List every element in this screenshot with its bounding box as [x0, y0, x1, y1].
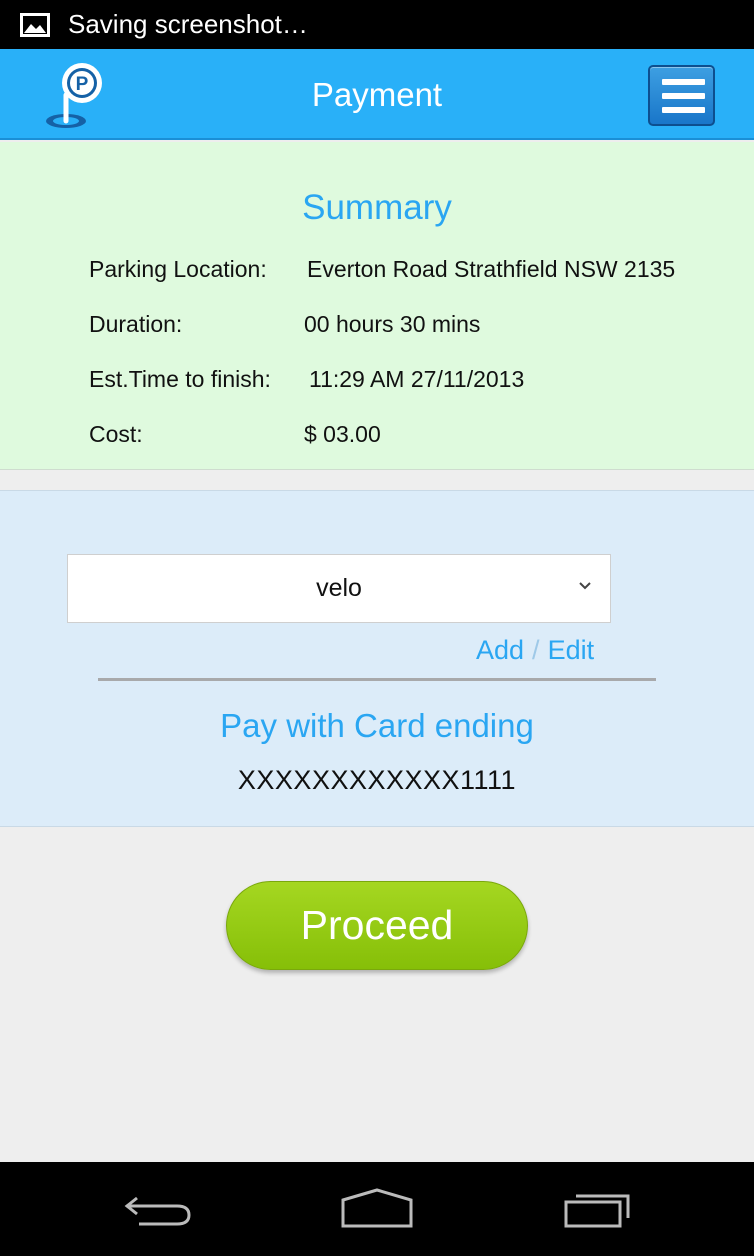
summary-value: $ 03.00	[304, 421, 381, 447]
divider	[98, 678, 656, 681]
card-number: XXXXXXXXXXXX1111	[237, 765, 517, 795]
summary-value: Everton Road Strathfield NSW 2135	[307, 256, 676, 282]
proceed-button[interactable]: Proceed	[226, 881, 528, 970]
proceed-label: Proceed	[300, 902, 454, 948]
card-select-value: velo	[316, 574, 362, 602]
pay-with-card-title: Pay with Card ending	[220, 707, 534, 744]
card-select[interactable]: velo	[67, 554, 611, 623]
status-bar: Saving screenshot…	[0, 0, 754, 49]
summary-title: Summary	[302, 188, 452, 227]
back-icon[interactable]	[113, 1184, 203, 1234]
chevron-down-icon	[579, 582, 591, 590]
status-text: Saving screenshot…	[68, 9, 308, 39]
summary-label: Cost:	[89, 421, 143, 447]
summary-row-duration: Duration: 00 hours 30 mins	[89, 309, 480, 339]
summary-label: Duration:	[89, 311, 183, 337]
app-header: P Payment	[0, 49, 754, 140]
add-card-link[interactable]: Add	[476, 635, 524, 665]
summary-row-cost: Cost: $ 03.00	[89, 419, 381, 449]
summary-value: 00 hours 30 mins	[304, 311, 481, 337]
recent-apps-icon[interactable]	[552, 1184, 642, 1234]
page-title: Payment	[311, 76, 443, 113]
summary-value: 11:29 AM 27/11/2013	[309, 366, 525, 392]
image-icon	[20, 12, 50, 37]
summary-label: Parking Location:	[89, 256, 267, 282]
edit-card-link[interactable]: Edit	[548, 635, 595, 665]
summary-panel: Summary Parking Location: Everton Road S…	[0, 142, 754, 470]
home-icon[interactable]	[332, 1184, 422, 1234]
card-actions: Add / Edit	[476, 633, 594, 667]
payment-panel: velo Add / Edit Pay with Card ending XXXXX…	[0, 490, 754, 827]
summary-row-location: Parking Location: Everton Road Strathfie…	[89, 254, 675, 284]
summary-label: Est.Time to finish:	[89, 366, 271, 392]
navigation-bar	[0, 1162, 754, 1256]
link-separator: /	[532, 635, 540, 665]
summary-row-finish-time: Est.Time to finish: 11:29 AM 27/11/2013	[89, 364, 524, 394]
hamburger-menu-icon	[662, 79, 705, 85]
menu-button[interactable]	[648, 65, 715, 126]
